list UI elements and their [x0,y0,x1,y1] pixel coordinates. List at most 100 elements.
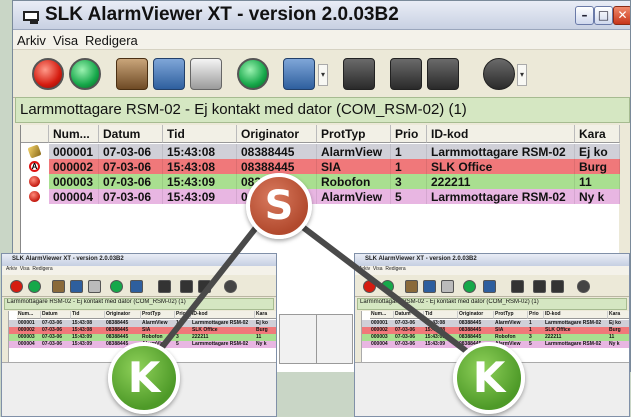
column-header-prottyp[interactable]: ProtTyp [317,125,391,143]
refresh-green-icon [463,280,476,293]
table-row: 000003 07-03-06 15:43:09 08388445 Robofo… [362,334,629,341]
cell-time: 15:43:08 [425,320,446,326]
cell-time: 15:43:08 [163,144,237,159]
window-title: SLK AlarmViewer XT - version 2.0.03B2 [45,4,399,25]
transfer-icon[interactable] [153,58,185,90]
thumb-col-originator: Originator [105,311,141,319]
clock-settings-icon [224,280,237,293]
menu-redigera[interactable]: Redigera [85,33,138,48]
cell-prio: 1 [176,320,179,326]
cell-id-kod: Larmmottagare RSM-02 [192,320,249,326]
cell-prio: 5 [176,341,179,347]
table-row[interactable]: A 000002 07-03-06 15:43:08 08388445 SIA … [21,159,620,174]
cell-time: 15:43:09 [72,341,93,347]
column-header-datum[interactable]: Datum [99,125,163,143]
cell-time: 15:43:09 [163,189,237,204]
cell-time: 15:43:08 [163,159,237,174]
cell-date: 07-03-06 [99,189,163,204]
cell-kara: Ej ko [609,320,621,326]
column-header-prio[interactable]: Prio [391,125,427,143]
close-button[interactable]: ✕ [613,6,630,25]
cell-originator: 08388445 [106,327,129,333]
thumb-col-tid: Tid [424,311,458,319]
folder-image-icon[interactable] [283,58,315,90]
cell-prottyp: AlarmView [317,144,391,159]
thumb-col-prio: Prio [175,311,191,319]
go-green-icon[interactable] [69,58,101,90]
clock-settings-icon [577,280,590,293]
books-icon[interactable] [116,58,148,90]
cell-id-kod: Larmmottagare RSM-02 [427,189,575,204]
cell-num: 000001 [49,144,99,159]
column-header-kara[interactable]: Kara [575,125,620,143]
document-edit-icon [180,280,193,293]
printer-icon[interactable] [190,58,222,90]
table-row[interactable]: 000003 07-03-06 15:43:09 08388445 Robofo… [21,174,620,189]
menu-arkiv[interactable]: Arkiv [17,33,46,48]
dropdown-icon[interactable]: ▾ [517,64,527,86]
document-edit-icon[interactable] [390,58,422,90]
cell-id-kod: Larmmottagare RSM-02 [545,341,602,347]
cell-num: 000001 [371,320,388,326]
thumb-col-datum: Datum [41,311,71,319]
cell-prio: 3 [391,174,427,189]
cell-id-kod: 222211 [427,174,575,189]
background-panel [279,314,353,364]
clock-settings-icon[interactable] [483,58,515,90]
graph-edit-icon[interactable] [427,58,459,90]
cell-prio: 1 [176,327,179,333]
maximize-button[interactable]: □ [594,6,613,25]
dropdown-icon[interactable]: ▾ [318,64,328,86]
cell-id-kod: SLK Office [192,327,218,333]
column-header-icon[interactable] [21,125,49,143]
cell-prottyp: SIA [495,327,504,333]
table-row[interactable]: 000001 07-03-06 15:43:08 08388445 AlarmV… [21,144,620,159]
app-icon [23,11,39,24]
cell-originator: 08388445 [237,144,317,159]
cell-prio: 3 [529,334,532,340]
cell-prio: 1 [391,144,427,159]
refresh-green-icon [110,280,123,293]
title-bar[interactable]: SLK AlarmViewer XT - version 2.0.03B2 – … [13,1,630,30]
printer-icon [441,280,454,293]
column-header-num[interactable]: Num... [49,125,99,143]
cell-prio: 5 [529,341,532,347]
table-row: 000002 07-03-06 15:43:08 08388445 SIA 1 … [362,327,629,334]
cell-prottyp: SIA [317,159,391,174]
refresh-green-icon[interactable] [237,58,269,90]
thumb-menu: Arkiv Visa Redigera [2,266,276,275]
thumb-col-num: Num... [370,311,394,319]
cell-id-kod: Larmmottagare RSM-02 [192,341,249,347]
stop-red-icon[interactable] [32,58,64,90]
cell-prio: 1 [391,159,427,174]
cell-id-kod: SLK Office [427,159,575,174]
cell-num: 000002 [371,327,388,333]
thumb-title: SLK AlarmViewer XT - version 2.0.03B2 [355,254,629,266]
cell-prottyp: AlarmView [495,320,521,326]
cell-kara: Ny k [575,189,620,204]
column-header-originator[interactable]: Originator [237,125,317,143]
column-header-tid[interactable]: Tid [163,125,237,143]
menu-visa[interactable]: Visa [53,33,78,48]
stop-red-icon [363,280,376,293]
device-icon[interactable] [343,58,375,90]
thumb-col-id-kod: ID-kod [544,311,608,319]
client-badge-left: K [108,342,180,414]
cell-num: 000002 [49,159,99,174]
column-header-id-kod[interactable]: ID-kod [427,125,575,143]
thumb-title: SLK AlarmViewer XT - version 2.0.03B2 [2,254,276,266]
cell-date: 07-03-06 [99,144,163,159]
minimize-button[interactable]: – [575,6,594,25]
red-dot-icon [29,191,40,202]
graph-edit-icon [198,280,211,293]
cell-id-kod: 222211 [545,334,562,340]
cell-date: 07-03-06 [42,327,63,333]
menu-visa: Visa [19,266,30,272]
table-row[interactable]: 000004 07-03-06 15:43:09 08388445 AlarmV… [21,189,620,204]
cell-originator: 08388445 [106,334,129,340]
cell-date: 07-03-06 [395,334,416,340]
cell-originator: 08388445 [459,334,482,340]
cell-prottyp: SIA [142,327,151,333]
cell-num: 000004 [371,341,388,347]
menu-bar: Arkiv Visa Redigera [13,30,630,50]
